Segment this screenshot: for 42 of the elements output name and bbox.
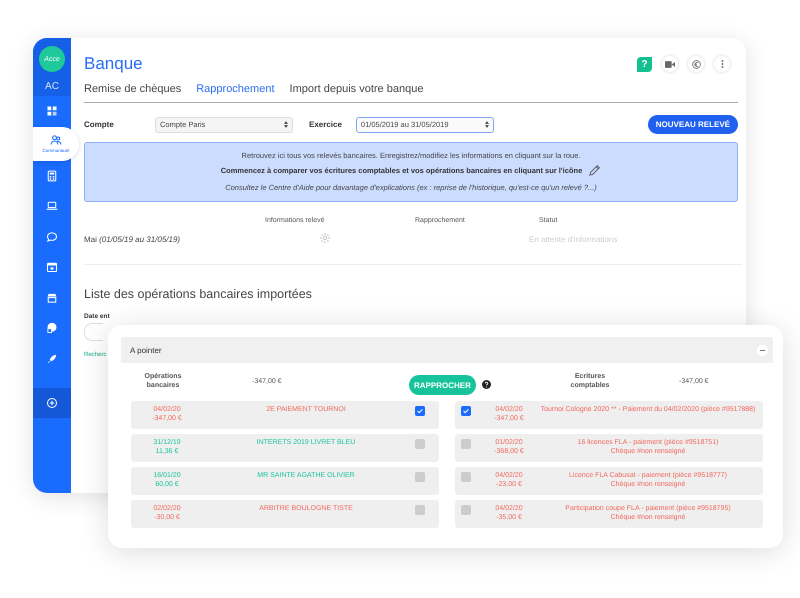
collapse-button[interactable] [757, 344, 768, 356]
dropdown-arrows-icon [484, 121, 489, 128]
date-field[interactable] [84, 323, 103, 341]
euro-icon [692, 60, 700, 68]
page-title: Banque [84, 54, 143, 74]
help-icon[interactable] [482, 380, 491, 389]
dropdown-arrows-icon [284, 121, 288, 128]
euro-button[interactable] [688, 56, 704, 72]
statement-period: Mai (01/05/19 au 31/05/19) [84, 234, 182, 244]
checkbox[interactable] [461, 439, 471, 449]
tab[interactable]: Rapprochement [196, 83, 275, 95]
pencil-icon [588, 164, 602, 177]
plus-icon [46, 397, 58, 409]
store-icon [46, 292, 58, 304]
checkbox[interactable] [461, 505, 471, 515]
tab[interactable]: Remise de chèques [84, 83, 182, 95]
checkbox[interactable] [415, 505, 425, 515]
video-button[interactable] [662, 56, 678, 72]
checkbox[interactable] [461, 472, 471, 482]
reconcile-button[interactable]: RAPPROCHER [409, 375, 476, 395]
calendar-icon [46, 261, 58, 274]
laptop-icon [46, 200, 58, 212]
more-button[interactable] [714, 56, 730, 72]
dashboard-icon [46, 105, 58, 118]
calculator-icon [46, 170, 58, 182]
user-initials: AC [45, 81, 59, 92]
panel-title: A pointer [130, 346, 162, 354]
help-button[interactable]: ? [637, 56, 652, 72]
video-camera-icon [665, 60, 675, 68]
checkbox[interactable] [415, 439, 425, 449]
section-title: Liste des opérations bancaires importées [84, 287, 313, 301]
chat-icon [46, 230, 58, 243]
field-label: Compte [84, 120, 115, 129]
tab[interactable]: Import depuis votre banque [290, 83, 424, 95]
people-icon [50, 134, 62, 146]
checkbox[interactable] [415, 406, 425, 416]
new-statement-button[interactable]: NOUVEAU RELEVÉ [648, 115, 738, 134]
checkbox[interactable] [415, 472, 425, 482]
more-icon [720, 59, 724, 69]
field-label: Exercice [309, 120, 342, 129]
checkbox[interactable] [461, 406, 471, 416]
sidebar-item[interactable] [33, 388, 71, 418]
